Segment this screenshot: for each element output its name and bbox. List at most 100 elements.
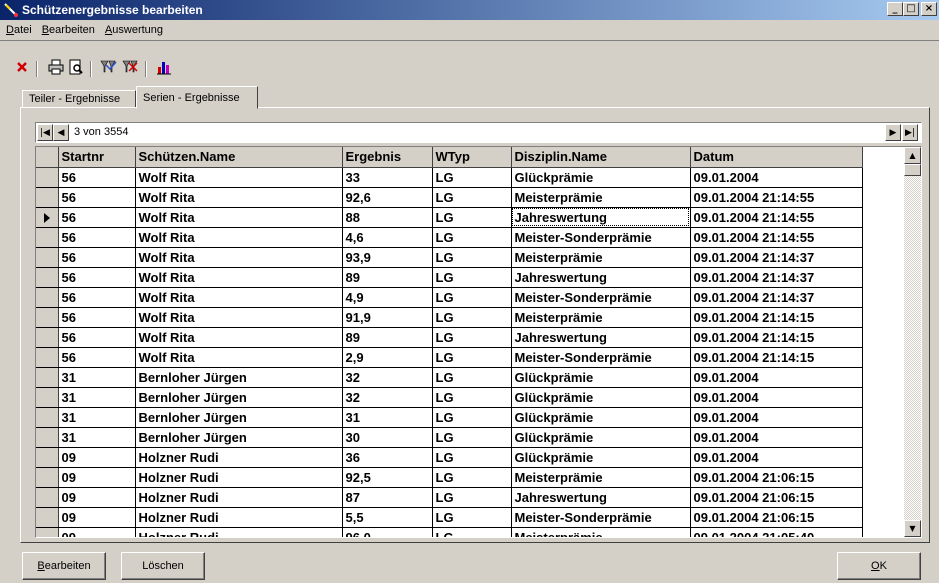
- row-indicator[interactable]: [36, 327, 59, 348]
- cell-schuetzen-name[interactable]: Holzner Rudi: [135, 507, 343, 528]
- row-indicator[interactable]: [36, 187, 59, 208]
- cell-ergebnis[interactable]: 89: [342, 267, 433, 288]
- row-indicator[interactable]: [36, 267, 59, 288]
- cell-ergebnis[interactable]: 31: [342, 407, 433, 428]
- cell-wtyp[interactable]: LG: [432, 527, 512, 537]
- close-button[interactable]: ×: [921, 2, 937, 16]
- cell-disziplin-name[interactable]: Meister-Sonderprämie: [511, 227, 691, 248]
- cell-wtyp[interactable]: LG: [432, 167, 512, 188]
- cell-schuetzen-name[interactable]: Wolf Rita: [135, 347, 343, 368]
- cell-disziplin-name[interactable]: Jahreswertung: [511, 207, 691, 228]
- cell-datum[interactable]: 09.01.2004 21:14:37: [690, 267, 863, 288]
- scroll-down-button[interactable]: ▼: [904, 520, 921, 537]
- cell-datum[interactable]: 09.01.2004: [690, 407, 863, 428]
- cell-schuetzen-name[interactable]: Wolf Rita: [135, 267, 343, 288]
- row-indicator[interactable]: [36, 447, 59, 468]
- cell-datum[interactable]: 09.01.2004 21:14:55: [690, 207, 863, 228]
- table-row[interactable]: 09 Holzner Rudi 92,5 LG Meisterprämie 09.01.2…: [36, 467, 863, 488]
- cell-datum[interactable]: 09.01.2004 21:14:55: [690, 187, 863, 208]
- cell-ergebnis[interactable]: 32: [342, 367, 433, 388]
- table-row[interactable]: 31 Bernloher Jürgen 31 LG Glückprämie 09.01.2…: [36, 407, 863, 428]
- cell-wtyp[interactable]: LG: [432, 287, 512, 308]
- cell-datum[interactable]: 09.01.2004: [690, 427, 863, 448]
- cell-startnr[interactable]: 56: [58, 327, 136, 348]
- cell-schuetzen-name[interactable]: Holzner Rudi: [135, 527, 343, 537]
- nav-prior-button[interactable]: ◀: [53, 124, 69, 141]
- cell-ergebnis[interactable]: 93,9: [342, 247, 433, 268]
- edit-button[interactable]: Bearbeiten: [22, 552, 106, 580]
- cell-ergebnis[interactable]: 89: [342, 327, 433, 348]
- filter-button[interactable]: [99, 57, 119, 77]
- table-row[interactable]: 56 Wolf Rita 2,9 LG Meister-Sonderprämie 09.0…: [36, 347, 863, 368]
- cell-schuetzen-name[interactable]: Holzner Rudi: [135, 487, 343, 508]
- cell-schuetzen-name[interactable]: Wolf Rita: [135, 287, 343, 308]
- row-indicator[interactable]: [36, 407, 59, 428]
- cell-wtyp[interactable]: LG: [432, 367, 512, 388]
- cell-ergebnis[interactable]: 96,0: [342, 527, 433, 537]
- print-button[interactable]: [46, 57, 66, 77]
- row-indicator[interactable]: [36, 387, 59, 408]
- column-header-wtyp[interactable]: WTyp: [432, 147, 512, 168]
- cell-startnr[interactable]: 09: [58, 527, 136, 537]
- cell-schuetzen-name[interactable]: Bernloher Jürgen: [135, 387, 343, 408]
- table-row[interactable]: 09 Holzner Rudi 87 LG Jahreswertung 09.01.200…: [36, 487, 863, 508]
- cell-startnr[interactable]: 09: [58, 467, 136, 488]
- results-grid[interactable]: Startnr Schützen.Name Ergebnis WTyp Disz…: [35, 146, 922, 538]
- cell-schuetzen-name[interactable]: Wolf Rita: [135, 207, 343, 228]
- cell-disziplin-name[interactable]: Glückprämie: [511, 407, 691, 428]
- menu-auswertung[interactable]: Auswertung: [100, 24, 168, 36]
- table-row[interactable]: 56 Wolf Rita 4,9 LG Meister-Sonderprämie 09.0…: [36, 287, 863, 308]
- cell-startnr[interactable]: 56: [58, 227, 136, 248]
- column-header-disziplin-name[interactable]: Disziplin.Name: [511, 147, 691, 168]
- table-row[interactable]: 56 Wolf Rita 91,9 LG Meisterprämie 09.01.2004…: [36, 307, 863, 328]
- cell-ergebnis[interactable]: 4,9: [342, 287, 433, 308]
- cell-ergebnis[interactable]: 2,9: [342, 347, 433, 368]
- cell-startnr[interactable]: 56: [58, 207, 136, 228]
- row-indicator[interactable]: [36, 367, 59, 388]
- cell-ergebnis[interactable]: 91,9: [342, 307, 433, 328]
- filter-remove-button[interactable]: [121, 57, 141, 77]
- cell-datum[interactable]: 09.01.2004 21:14:37: [690, 247, 863, 268]
- delete-record-button[interactable]: Löschen: [121, 552, 205, 580]
- chart-button[interactable]: [154, 57, 174, 77]
- cell-schuetzen-name[interactable]: Bernloher Jürgen: [135, 367, 343, 388]
- cell-schuetzen-name[interactable]: Holzner Rudi: [135, 447, 343, 468]
- cell-wtyp[interactable]: LG: [432, 487, 512, 508]
- table-row[interactable]: 31 Bernloher Jürgen 30 LG Glückprämie 09.01.2…: [36, 427, 863, 448]
- cell-wtyp[interactable]: LG: [432, 387, 512, 408]
- cell-schuetzen-name[interactable]: Bernloher Jürgen: [135, 407, 343, 428]
- cell-disziplin-name[interactable]: Glückprämie: [511, 427, 691, 448]
- cell-wtyp[interactable]: LG: [432, 267, 512, 288]
- cell-datum[interactable]: 09.01.2004 21:06:15: [690, 467, 863, 488]
- cell-startnr[interactable]: 09: [58, 487, 136, 508]
- cell-schuetzen-name[interactable]: Holzner Rudi: [135, 467, 343, 488]
- cell-disziplin-name[interactable]: Glückprämie: [511, 367, 691, 388]
- table-row[interactable]: 31 Bernloher Jürgen 32 LG Glückprämie 09.01.2…: [36, 367, 863, 388]
- vertical-scrollbar[interactable]: ▲ ▼: [904, 147, 921, 537]
- column-header-schuetzen-name[interactable]: Schützen.Name: [135, 147, 343, 168]
- cell-startnr[interactable]: 56: [58, 307, 136, 328]
- scroll-thumb[interactable]: [904, 164, 921, 176]
- cell-wtyp[interactable]: LG: [432, 507, 512, 528]
- cell-startnr[interactable]: 56: [58, 167, 136, 188]
- delete-button[interactable]: [12, 57, 32, 77]
- table-row[interactable]: 56 Wolf Rita 89 LG Jahreswertung 09.01.2004 2…: [36, 327, 863, 348]
- cell-datum[interactable]: 09.01.2004: [690, 367, 863, 388]
- cell-disziplin-name[interactable]: Meisterprämie: [511, 467, 691, 488]
- cell-startnr[interactable]: 31: [58, 387, 136, 408]
- cell-datum[interactable]: 09.01.2004: [690, 167, 863, 188]
- cell-datum[interactable]: 09.01.2004 21:14:15: [690, 307, 863, 328]
- cell-ergebnis[interactable]: 30: [342, 427, 433, 448]
- cell-ergebnis[interactable]: 92,6: [342, 187, 433, 208]
- cell-disziplin-name[interactable]: Meister-Sonderprämie: [511, 507, 691, 528]
- cell-ergebnis[interactable]: 32: [342, 387, 433, 408]
- cell-wtyp[interactable]: LG: [432, 447, 512, 468]
- cell-datum[interactable]: 09.01.2004: [690, 387, 863, 408]
- cell-datum[interactable]: 09.01.2004 21:14:55: [690, 227, 863, 248]
- row-indicator[interactable]: [36, 427, 59, 448]
- cell-datum[interactable]: 09.01.2004 21:06:15: [690, 507, 863, 528]
- cell-wtyp[interactable]: LG: [432, 427, 512, 448]
- cell-startnr[interactable]: 56: [58, 267, 136, 288]
- table-row[interactable]: 56 Wolf Rita 93,9 LG Meisterprämie 09.01.2004…: [36, 247, 863, 268]
- row-indicator[interactable]: [36, 307, 59, 328]
